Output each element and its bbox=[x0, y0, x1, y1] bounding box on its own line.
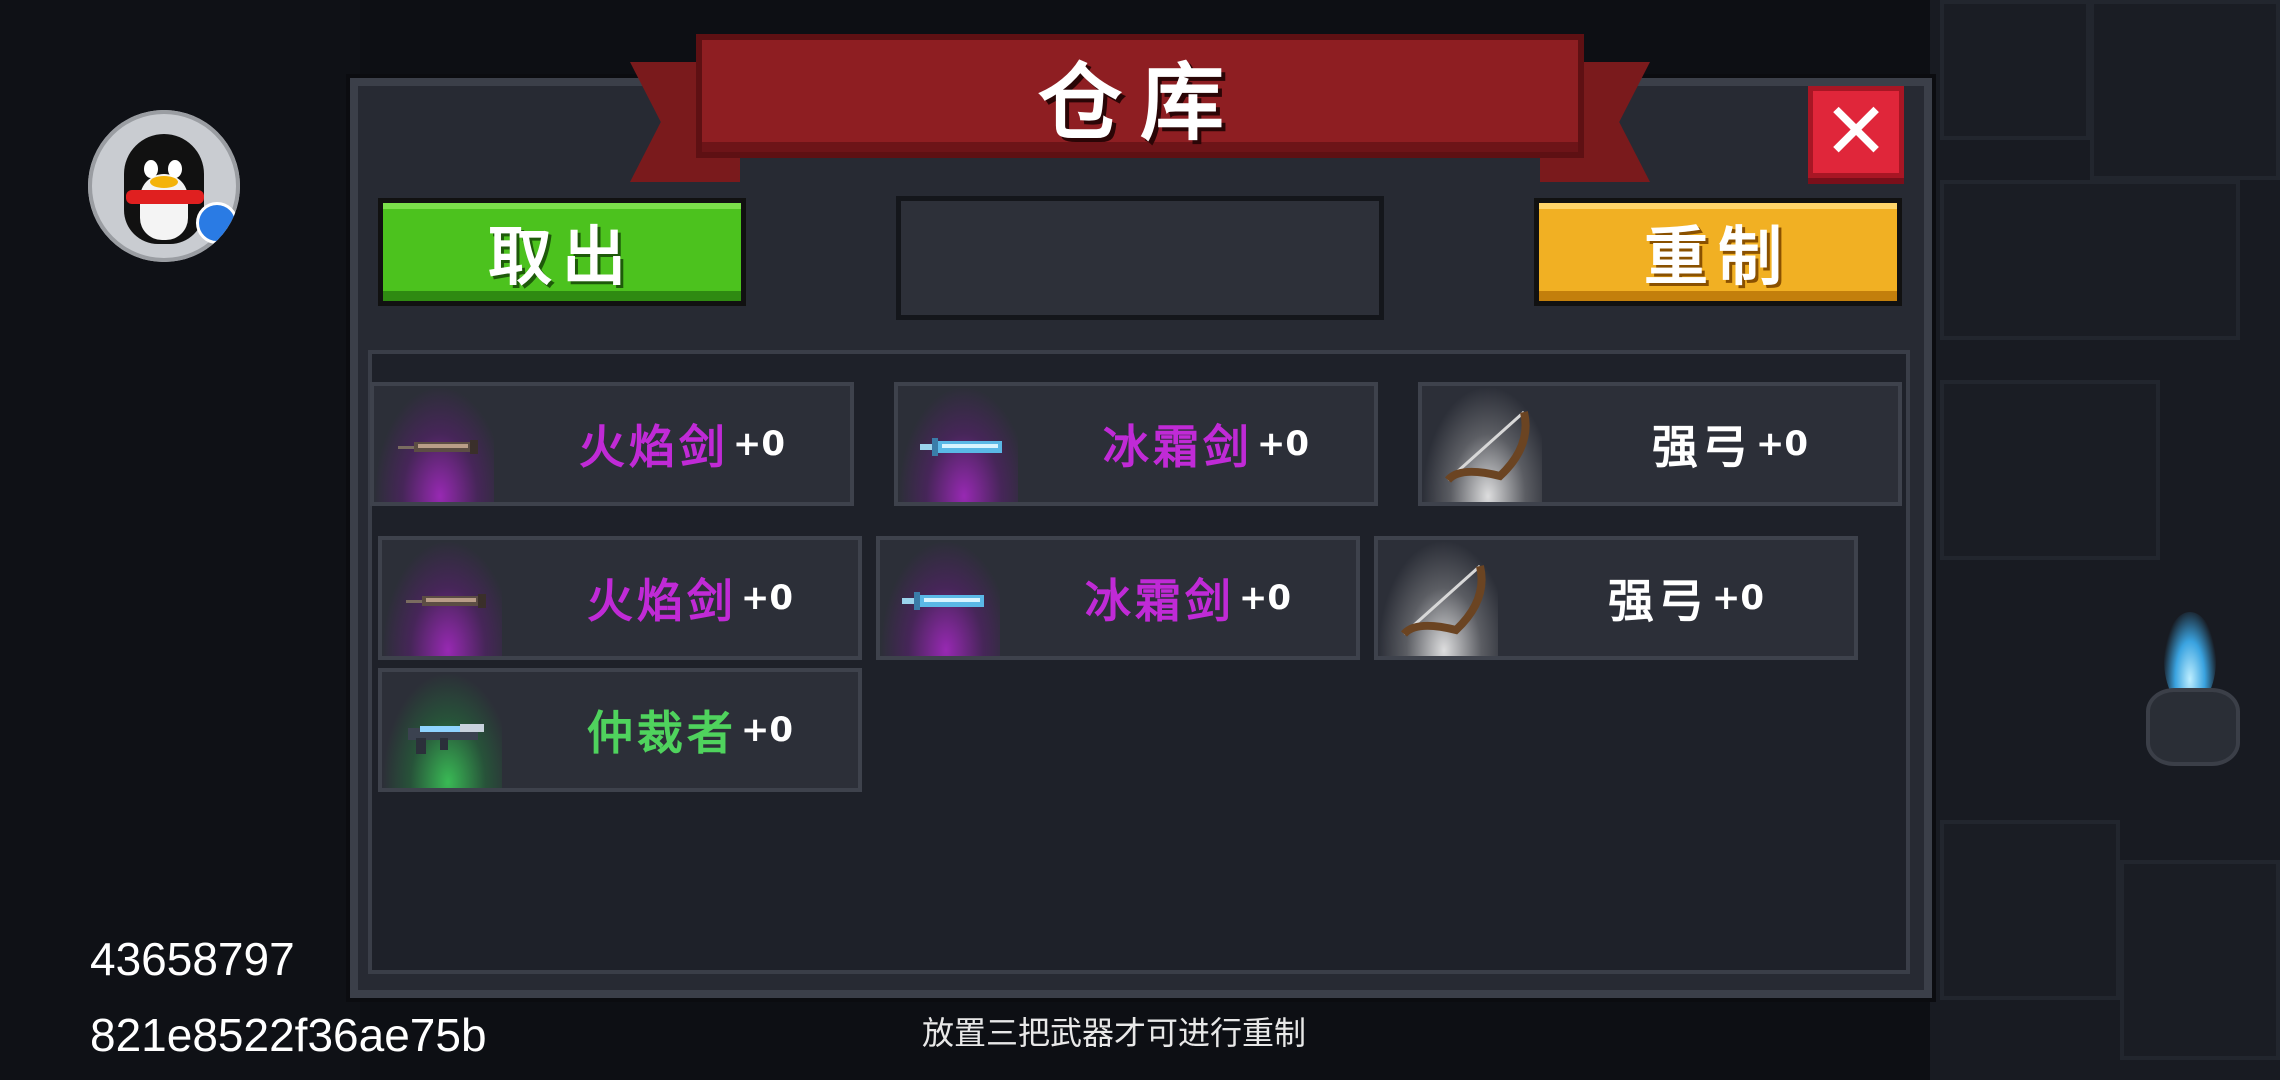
item-name: 火焰剑 bbox=[578, 420, 729, 474]
inventory-item-4[interactable]: 仲裁者 +0 bbox=[378, 668, 862, 792]
inventory-item-3[interactable]: 强弓 +0 bbox=[1374, 536, 1858, 660]
arbiter-gun-icon bbox=[408, 724, 484, 754]
item-level: +0 bbox=[1256, 424, 1310, 464]
top-slot-2[interactable]: 冰霜剑 +0 bbox=[894, 382, 1378, 506]
overlay-id-hash: 821e8522f36ae75b bbox=[90, 1009, 487, 1061]
item-name: 强弓 bbox=[1607, 574, 1708, 628]
item-name: 冰霜剑 bbox=[1084, 574, 1235, 628]
inventory-item-2[interactable]: 冰霜剑 +0 bbox=[876, 536, 1360, 660]
item-name: 仲裁者 bbox=[586, 706, 737, 760]
floor-tile bbox=[1940, 180, 2240, 340]
close-button[interactable]: ✕ bbox=[1808, 86, 1904, 178]
item-level: +0 bbox=[1238, 578, 1292, 618]
floor-tile bbox=[1940, 820, 2120, 1000]
frost-sword-icon bbox=[920, 438, 1002, 456]
page-title: 仓库 bbox=[1037, 53, 1242, 152]
bow-icon bbox=[1400, 564, 1486, 637]
item-level: +0 bbox=[1755, 424, 1809, 464]
remake-slot-empty bbox=[896, 196, 1384, 320]
item-level: +0 bbox=[740, 578, 794, 618]
item-name: 火焰剑 bbox=[586, 574, 737, 628]
floor-tile bbox=[2090, 0, 2280, 180]
take-out-button[interactable]: 取出 bbox=[378, 198, 746, 306]
floor-tile bbox=[1940, 0, 2090, 140]
floor-tile bbox=[1940, 380, 2160, 560]
inventory-item-1[interactable]: 火焰剑 +0 bbox=[378, 536, 862, 660]
torch-brazier-icon bbox=[2146, 688, 2240, 766]
item-level: +0 bbox=[1711, 578, 1765, 618]
badge-icon bbox=[196, 202, 238, 244]
top-slot-1[interactable]: 火焰剑 +0 bbox=[370, 382, 854, 506]
item-level: +0 bbox=[732, 424, 786, 464]
close-icon: ✕ bbox=[1823, 87, 1889, 177]
frost-sword-icon bbox=[902, 592, 984, 610]
flame-sword-icon bbox=[398, 440, 478, 454]
top-slot-3[interactable]: 强弓 +0 bbox=[1418, 382, 1902, 506]
floor-tile bbox=[2120, 860, 2280, 1060]
item-name: 冰霜剑 bbox=[1102, 420, 1253, 474]
item-name: 强弓 bbox=[1651, 420, 1752, 474]
bow-icon bbox=[1444, 410, 1530, 483]
item-level: +0 bbox=[740, 710, 794, 750]
remake-hint-text: 放置三把武器才可进行重制 bbox=[922, 1014, 1307, 1052]
overlay-id-number: 43658797 bbox=[90, 933, 295, 985]
remake-button[interactable]: 重制 bbox=[1534, 198, 1902, 306]
qq-avatar[interactable] bbox=[88, 110, 240, 262]
title-ribbon: 仓库 bbox=[696, 34, 1584, 158]
flame-sword-icon bbox=[406, 594, 486, 608]
